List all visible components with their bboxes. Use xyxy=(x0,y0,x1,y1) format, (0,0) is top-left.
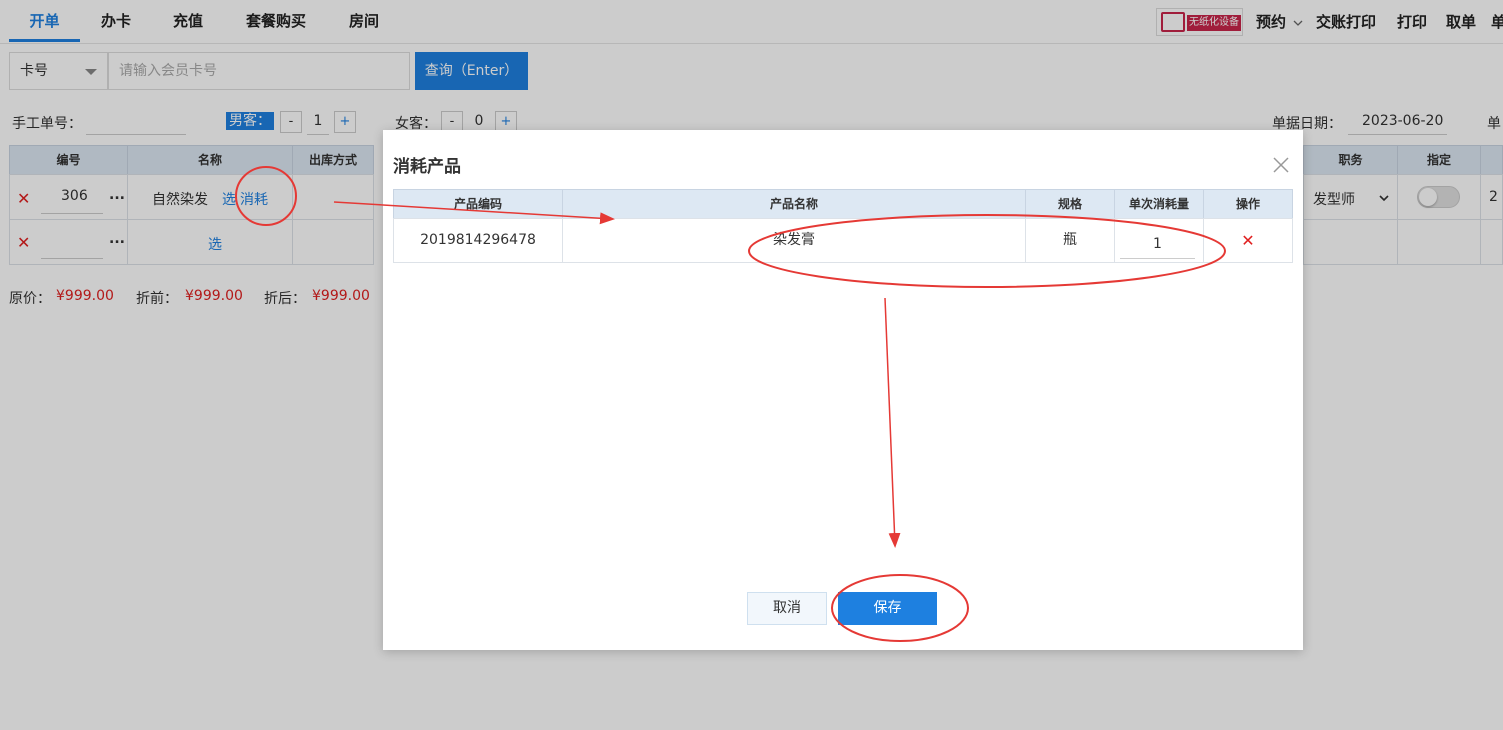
spec-header: 规格 xyxy=(1025,189,1115,219)
product-name-header: 产品名称 xyxy=(562,189,1026,219)
action-cell: ✕ xyxy=(1203,218,1293,263)
product-code-cell: 2019814296478 xyxy=(393,218,563,263)
product-code-header: 产品编码 xyxy=(393,189,563,219)
dialog-title: 消耗产品 xyxy=(393,157,461,177)
action-header: 操作 xyxy=(1203,189,1293,219)
consume-product-dialog: 消耗产品 产品编码 产品名称 规格 单次消耗量 操作 2019814296478… xyxy=(383,130,1303,650)
product-name-cell: 染发膏 xyxy=(562,218,1026,263)
qty-input[interactable] xyxy=(1120,229,1195,259)
cancel-button[interactable]: 取消 xyxy=(747,592,827,625)
qty-header: 单次消耗量 xyxy=(1114,189,1204,219)
spec-cell: 瓶 xyxy=(1025,218,1115,263)
save-button[interactable]: 保存 xyxy=(838,592,937,625)
delete-product-icon[interactable]: ✕ xyxy=(1241,231,1254,250)
close-icon[interactable] xyxy=(1272,156,1290,174)
